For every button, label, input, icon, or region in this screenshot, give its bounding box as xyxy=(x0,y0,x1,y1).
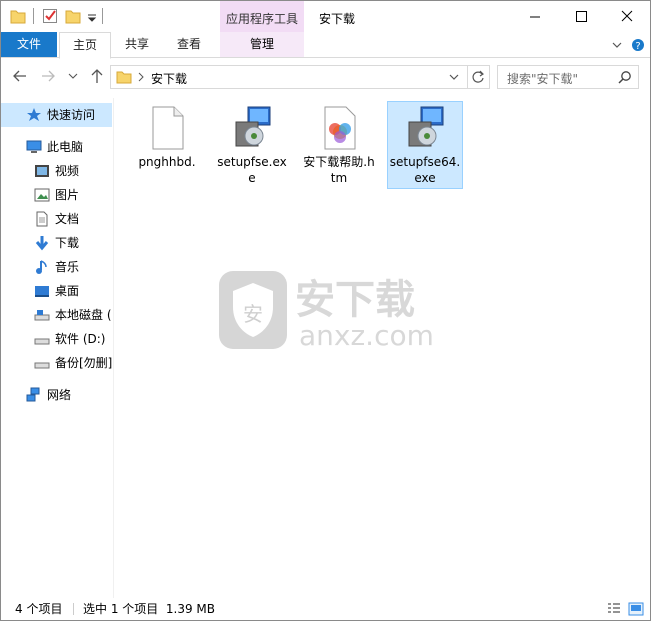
context-tab-group: 应用程序工具 xyxy=(220,1,304,32)
sidebar-item-label: 文档 xyxy=(55,212,80,226)
blank-file-icon xyxy=(152,106,184,150)
recent-locations-icon[interactable] xyxy=(67,67,85,85)
address-path: 安下载 xyxy=(151,72,188,86)
tab-home[interactable]: 主页 xyxy=(59,32,111,59)
video-icon xyxy=(35,165,49,177)
separator xyxy=(33,8,34,24)
new-folder-icon[interactable] xyxy=(65,7,81,25)
customize-toolbar-icon[interactable] xyxy=(87,7,97,25)
svg-text:?: ? xyxy=(635,41,640,52)
window-title: 安下载 xyxy=(319,12,356,26)
separator xyxy=(73,603,74,615)
details-view-icon[interactable] xyxy=(606,601,622,617)
tab-view[interactable]: 查看 xyxy=(165,32,213,57)
sidebar-item-label: 桌面 xyxy=(55,284,80,298)
address-bar[interactable]: 安下载 xyxy=(110,65,490,89)
chevron-down-icon[interactable] xyxy=(610,38,624,52)
sidebar-item-label: 网络 xyxy=(47,388,72,402)
sidebar-item-label: 备份[勿删] xyxy=(55,356,113,370)
svg-text:安下载: 安下载 xyxy=(295,277,415,323)
search-icon[interactable] xyxy=(618,70,632,84)
drive-icon xyxy=(34,310,50,321)
drive-icon xyxy=(34,362,50,369)
installer-icon xyxy=(235,106,271,147)
explorer-window: 应用程序工具 安下载 文件 主页 共享 查看 管理 ? 安下载 搜索"安下载" … xyxy=(0,0,651,621)
network-icon xyxy=(26,387,40,402)
separator xyxy=(467,66,468,88)
tab-share[interactable]: 共享 xyxy=(113,32,161,57)
context-tab-group-label: 应用程序工具 xyxy=(226,12,299,26)
desktop-icon xyxy=(35,286,49,297)
large-icons-view-icon[interactable] xyxy=(628,601,644,617)
maximize-button[interactable] xyxy=(558,1,604,32)
minimize-button[interactable] xyxy=(512,1,558,32)
sidebar-item-label: 图片 xyxy=(55,188,80,202)
file-name: setupfse64.exe xyxy=(389,155,461,185)
sidebar-item-label: 本地磁盘 ( xyxy=(55,308,112,322)
tab-file[interactable]: 文件 xyxy=(1,32,57,57)
chevron-down-icon[interactable] xyxy=(447,70,461,84)
installer-icon xyxy=(408,106,444,147)
watermark-logo: 安 安下载 anxz.com xyxy=(219,271,434,352)
folder-icon[interactable] xyxy=(10,7,26,25)
watermark: 安 安下载 anxz.com xyxy=(217,269,437,353)
web-page-icon xyxy=(324,106,356,150)
pane-divider[interactable] xyxy=(113,98,114,598)
navigation-pane: 快速访问 此电脑 视频 图片 文档 下载 音乐 桌面 本地磁盘 (软件 (D:… xyxy=(1,98,113,598)
svg-text:anxz.com: anxz.com xyxy=(299,319,434,352)
file-name: setupfse.exe xyxy=(217,155,287,185)
sidebar-item-label: 此电脑 xyxy=(47,140,84,154)
properties-icon[interactable] xyxy=(42,7,58,25)
download-icon xyxy=(35,236,49,251)
file-item[interactable]: 安下载帮助.htm xyxy=(302,102,376,188)
drive-icon xyxy=(34,338,50,345)
file-item-selected[interactable]: setupfse64.exe xyxy=(387,101,463,189)
status-bar: 4 个项目 选中 1 个项目 1.39 MB xyxy=(1,598,650,620)
file-name: 安下载帮助.htm xyxy=(303,155,375,185)
documents-icon xyxy=(36,211,48,227)
sidebar-item-label: 视频 xyxy=(55,164,80,178)
separator xyxy=(102,8,103,24)
up-arrow-icon[interactable] xyxy=(88,67,106,85)
folder-icon xyxy=(116,71,132,84)
music-icon xyxy=(36,260,47,274)
close-button[interactable] xyxy=(604,1,650,32)
refresh-icon[interactable] xyxy=(471,70,485,84)
sidebar-item-label: 快速访问 xyxy=(47,108,96,122)
back-arrow-icon[interactable] xyxy=(11,67,29,85)
sidebar-item-label: 音乐 xyxy=(55,260,80,274)
search-placeholder: 搜索"安下载" xyxy=(507,72,579,86)
item-count: 4 个项目 xyxy=(15,602,63,616)
ribbon-tabs: 文件 主页 共享 查看 管理 ? xyxy=(1,32,650,59)
svg-text:安: 安 xyxy=(243,302,263,326)
search-input[interactable]: 搜索"安下载" xyxy=(497,65,639,89)
title-bar: 应用程序工具 安下载 xyxy=(1,1,650,32)
tab-manage[interactable]: 管理 xyxy=(220,32,304,57)
computer-icon xyxy=(26,140,42,153)
pictures-icon xyxy=(34,188,50,202)
chevron-right-icon[interactable] xyxy=(137,71,145,83)
forward-arrow-icon[interactable] xyxy=(39,67,57,85)
sidebar-item-label: 软件 (D:) xyxy=(55,332,106,346)
file-name: pnghhbd. xyxy=(138,155,196,169)
selection-info: 选中 1 个项目 1.39 MB xyxy=(83,602,216,616)
file-item[interactable]: pnghhbd. xyxy=(130,102,204,188)
sidebar-item-label: 下载 xyxy=(55,236,80,250)
file-item[interactable]: setupfse.exe xyxy=(215,102,289,188)
star-icon xyxy=(27,108,41,121)
help-icon[interactable]: ? xyxy=(631,38,645,52)
